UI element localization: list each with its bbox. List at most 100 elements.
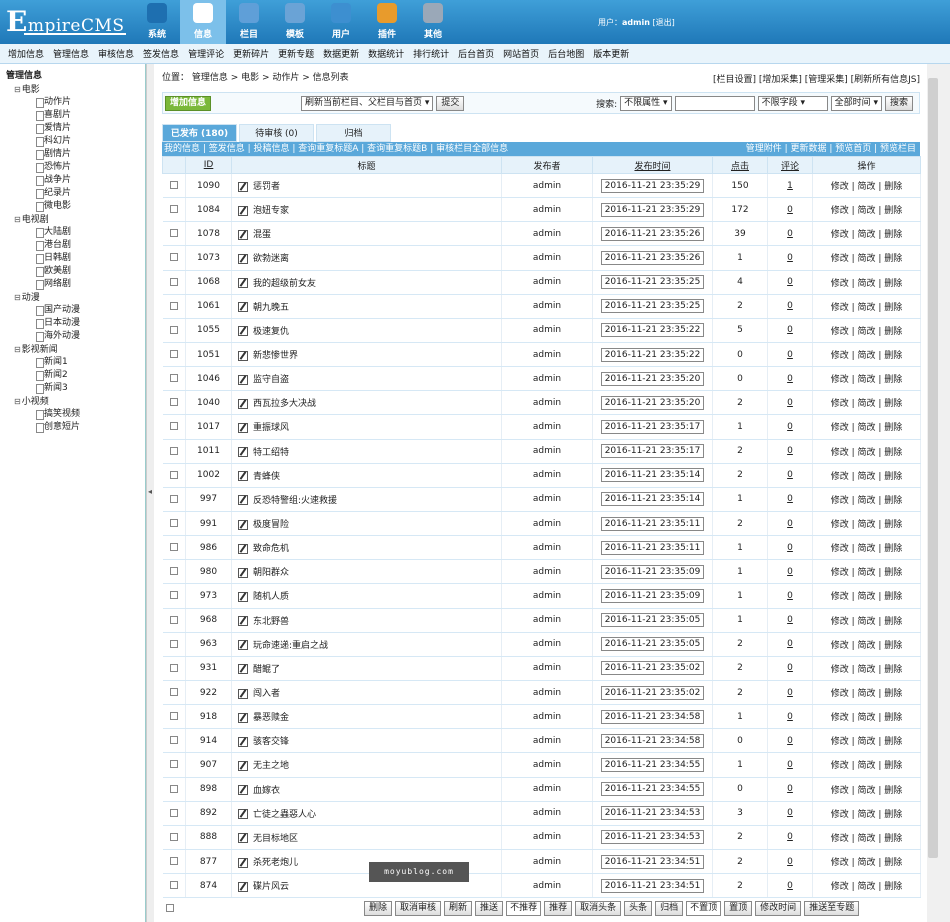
comment-link[interactable]: 0: [787, 760, 793, 770]
row-checkbox[interactable]: [169, 663, 178, 672]
time-field[interactable]: 2016-11-21 23:34:53: [600, 806, 705, 821]
comment-link[interactable]: 0: [787, 519, 793, 529]
comment-link[interactable]: 0: [787, 663, 793, 673]
ops-cell[interactable]: 修改 | 简改 | 删除: [812, 221, 921, 247]
tree-leaf[interactable]: 网络剧: [6, 278, 145, 291]
tab-1[interactable]: 待审核 (0): [239, 124, 314, 142]
time-field[interactable]: 2016-11-21 23:35:17: [600, 419, 705, 434]
tree-category[interactable]: 影视新闻: [6, 343, 145, 356]
edit-icon[interactable]: [238, 591, 248, 602]
ops-cell[interactable]: 修改 | 简改 | 删除: [812, 487, 921, 512]
comment-link[interactable]: 1: [787, 181, 793, 191]
title-link[interactable]: 东北野兽: [253, 617, 289, 627]
edit-icon[interactable]: [238, 278, 248, 289]
column-links[interactable]: [栏目设置] [增加采集] [管理采集] [刷新所有信息JS]: [713, 72, 920, 85]
subnav-item[interactable]: 管理信息: [53, 47, 89, 60]
link-bar-left[interactable]: 我的信息 | 签发信息 | 投稿信息 | 查询重复标题A | 查询重复标题B |…: [164, 144, 508, 154]
logout-link[interactable]: [退出]: [652, 18, 674, 27]
comment-link[interactable]: 0: [787, 808, 793, 818]
comment-link[interactable]: 0: [787, 832, 793, 842]
batch-6[interactable]: 取消头条: [575, 900, 622, 916]
time-field[interactable]: 2016-11-21 23:35:25: [600, 299, 705, 314]
edit-icon[interactable]: [238, 881, 248, 892]
row-checkbox[interactable]: [169, 808, 178, 817]
time-field[interactable]: 2016-11-21 23:34:55: [600, 757, 705, 772]
row-checkbox[interactable]: [169, 881, 178, 890]
batch-11[interactable]: 修改时间: [755, 900, 802, 916]
tree-leaf[interactable]: 科幻片: [6, 135, 145, 148]
title-link[interactable]: 泡妞专家: [253, 206, 289, 216]
time-field[interactable]: 2016-11-21 23:35:20: [600, 371, 705, 386]
edit-icon[interactable]: [238, 519, 248, 530]
time-field[interactable]: 2016-11-21 23:35:26: [600, 250, 705, 265]
row-checkbox[interactable]: [169, 253, 178, 262]
comment-link[interactable]: 0: [787, 325, 793, 335]
submit-button[interactable]: 提交: [436, 95, 465, 111]
search-input[interactable]: [674, 95, 755, 111]
ops-cell[interactable]: 修改 | 简改 | 删除: [812, 511, 921, 537]
main-nav-4[interactable]: 用户: [318, 0, 364, 44]
comment-link[interactable]: 0: [787, 567, 793, 577]
subnav-item[interactable]: 后台地图: [548, 47, 584, 60]
batch-3[interactable]: 推送: [475, 900, 504, 916]
comment-link[interactable]: 0: [787, 784, 793, 794]
subnav-item[interactable]: 数据更新: [323, 47, 359, 60]
tree-leaf[interactable]: 动作片: [6, 96, 145, 109]
time-field[interactable]: 2016-11-21 23:35:09: [600, 588, 705, 603]
row-checkbox[interactable]: [169, 567, 178, 576]
batch-2[interactable]: 刷新: [444, 900, 473, 916]
subnav-item[interactable]: 排行统计: [413, 47, 449, 60]
batch-10[interactable]: 置顶: [724, 900, 753, 916]
time-field[interactable]: 2016-11-21 23:35:05: [600, 613, 705, 628]
comment-link[interactable]: 0: [787, 543, 793, 553]
tree-category[interactable]: 电视剧: [6, 213, 145, 226]
batch-5[interactable]: 推荐: [544, 900, 573, 916]
subnav-item[interactable]: 版本更新: [593, 47, 629, 60]
edit-icon[interactable]: [238, 253, 248, 264]
comment-link[interactable]: 0: [787, 350, 793, 360]
time-field[interactable]: 2016-11-21 23:35:26: [600, 226, 705, 241]
edit-icon[interactable]: [238, 422, 248, 433]
column-header[interactable]: 标题: [231, 156, 502, 174]
time-field[interactable]: 2016-11-21 23:34:55: [600, 782, 705, 797]
time-select[interactable]: 全部时间 ▾: [830, 95, 882, 111]
edit-icon[interactable]: [238, 205, 248, 216]
row-checkbox[interactable]: [169, 398, 178, 407]
select-all-checkbox[interactable]: [166, 904, 174, 913]
title-link[interactable]: 暴恶赎金: [253, 713, 289, 723]
row-checkbox[interactable]: [169, 615, 178, 624]
ops-cell[interactable]: 修改 | 简改 | 删除: [812, 656, 921, 681]
comment-link[interactable]: 0: [787, 229, 793, 239]
row-checkbox[interactable]: [169, 784, 178, 793]
tree-leaf[interactable]: 日本动漫: [6, 317, 145, 330]
ops-cell[interactable]: 修改 | 简改 | 删除: [812, 270, 921, 295]
edit-icon[interactable]: [238, 809, 248, 820]
time-field[interactable]: 2016-11-21 23:35:29: [600, 202, 705, 217]
edit-icon[interactable]: [238, 640, 248, 651]
edit-icon[interactable]: [238, 736, 248, 747]
title-link[interactable]: 重振球风: [253, 423, 289, 433]
tree-leaf[interactable]: 战争片: [6, 174, 145, 187]
ops-cell[interactable]: 修改 | 简改 | 删除: [812, 390, 921, 416]
title-link[interactable]: 惩罚者: [253, 182, 280, 192]
title-link[interactable]: 朝阳群众: [253, 568, 289, 578]
edit-icon[interactable]: [238, 785, 248, 796]
tree-leaf[interactable]: 新闻1: [6, 356, 145, 369]
tree-category[interactable]: 动漫: [6, 291, 145, 304]
title-link[interactable]: 极速复仇: [253, 327, 289, 337]
ops-cell[interactable]: 修改 | 简改 | 删除: [812, 294, 921, 319]
tree-leaf[interactable]: 港台剧: [6, 239, 145, 252]
time-field[interactable]: 2016-11-21 23:35:17: [600, 444, 705, 459]
row-checkbox[interactable]: [169, 688, 178, 697]
edit-icon[interactable]: [238, 447, 248, 458]
comment-link[interactable]: 0: [787, 639, 793, 649]
batch-7[interactable]: 头条: [624, 900, 653, 916]
tree-leaf[interactable]: 纪录片: [6, 187, 145, 200]
comment-link[interactable]: 0: [787, 301, 793, 311]
edit-icon[interactable]: [238, 302, 248, 313]
title-link[interactable]: 血嫁衣: [253, 786, 280, 796]
row-checkbox[interactable]: [169, 301, 178, 310]
time-field[interactable]: 2016-11-21 23:34:51: [600, 878, 705, 893]
tree-leaf[interactable]: 欧美剧: [6, 265, 145, 278]
row-checkbox[interactable]: [169, 277, 178, 286]
